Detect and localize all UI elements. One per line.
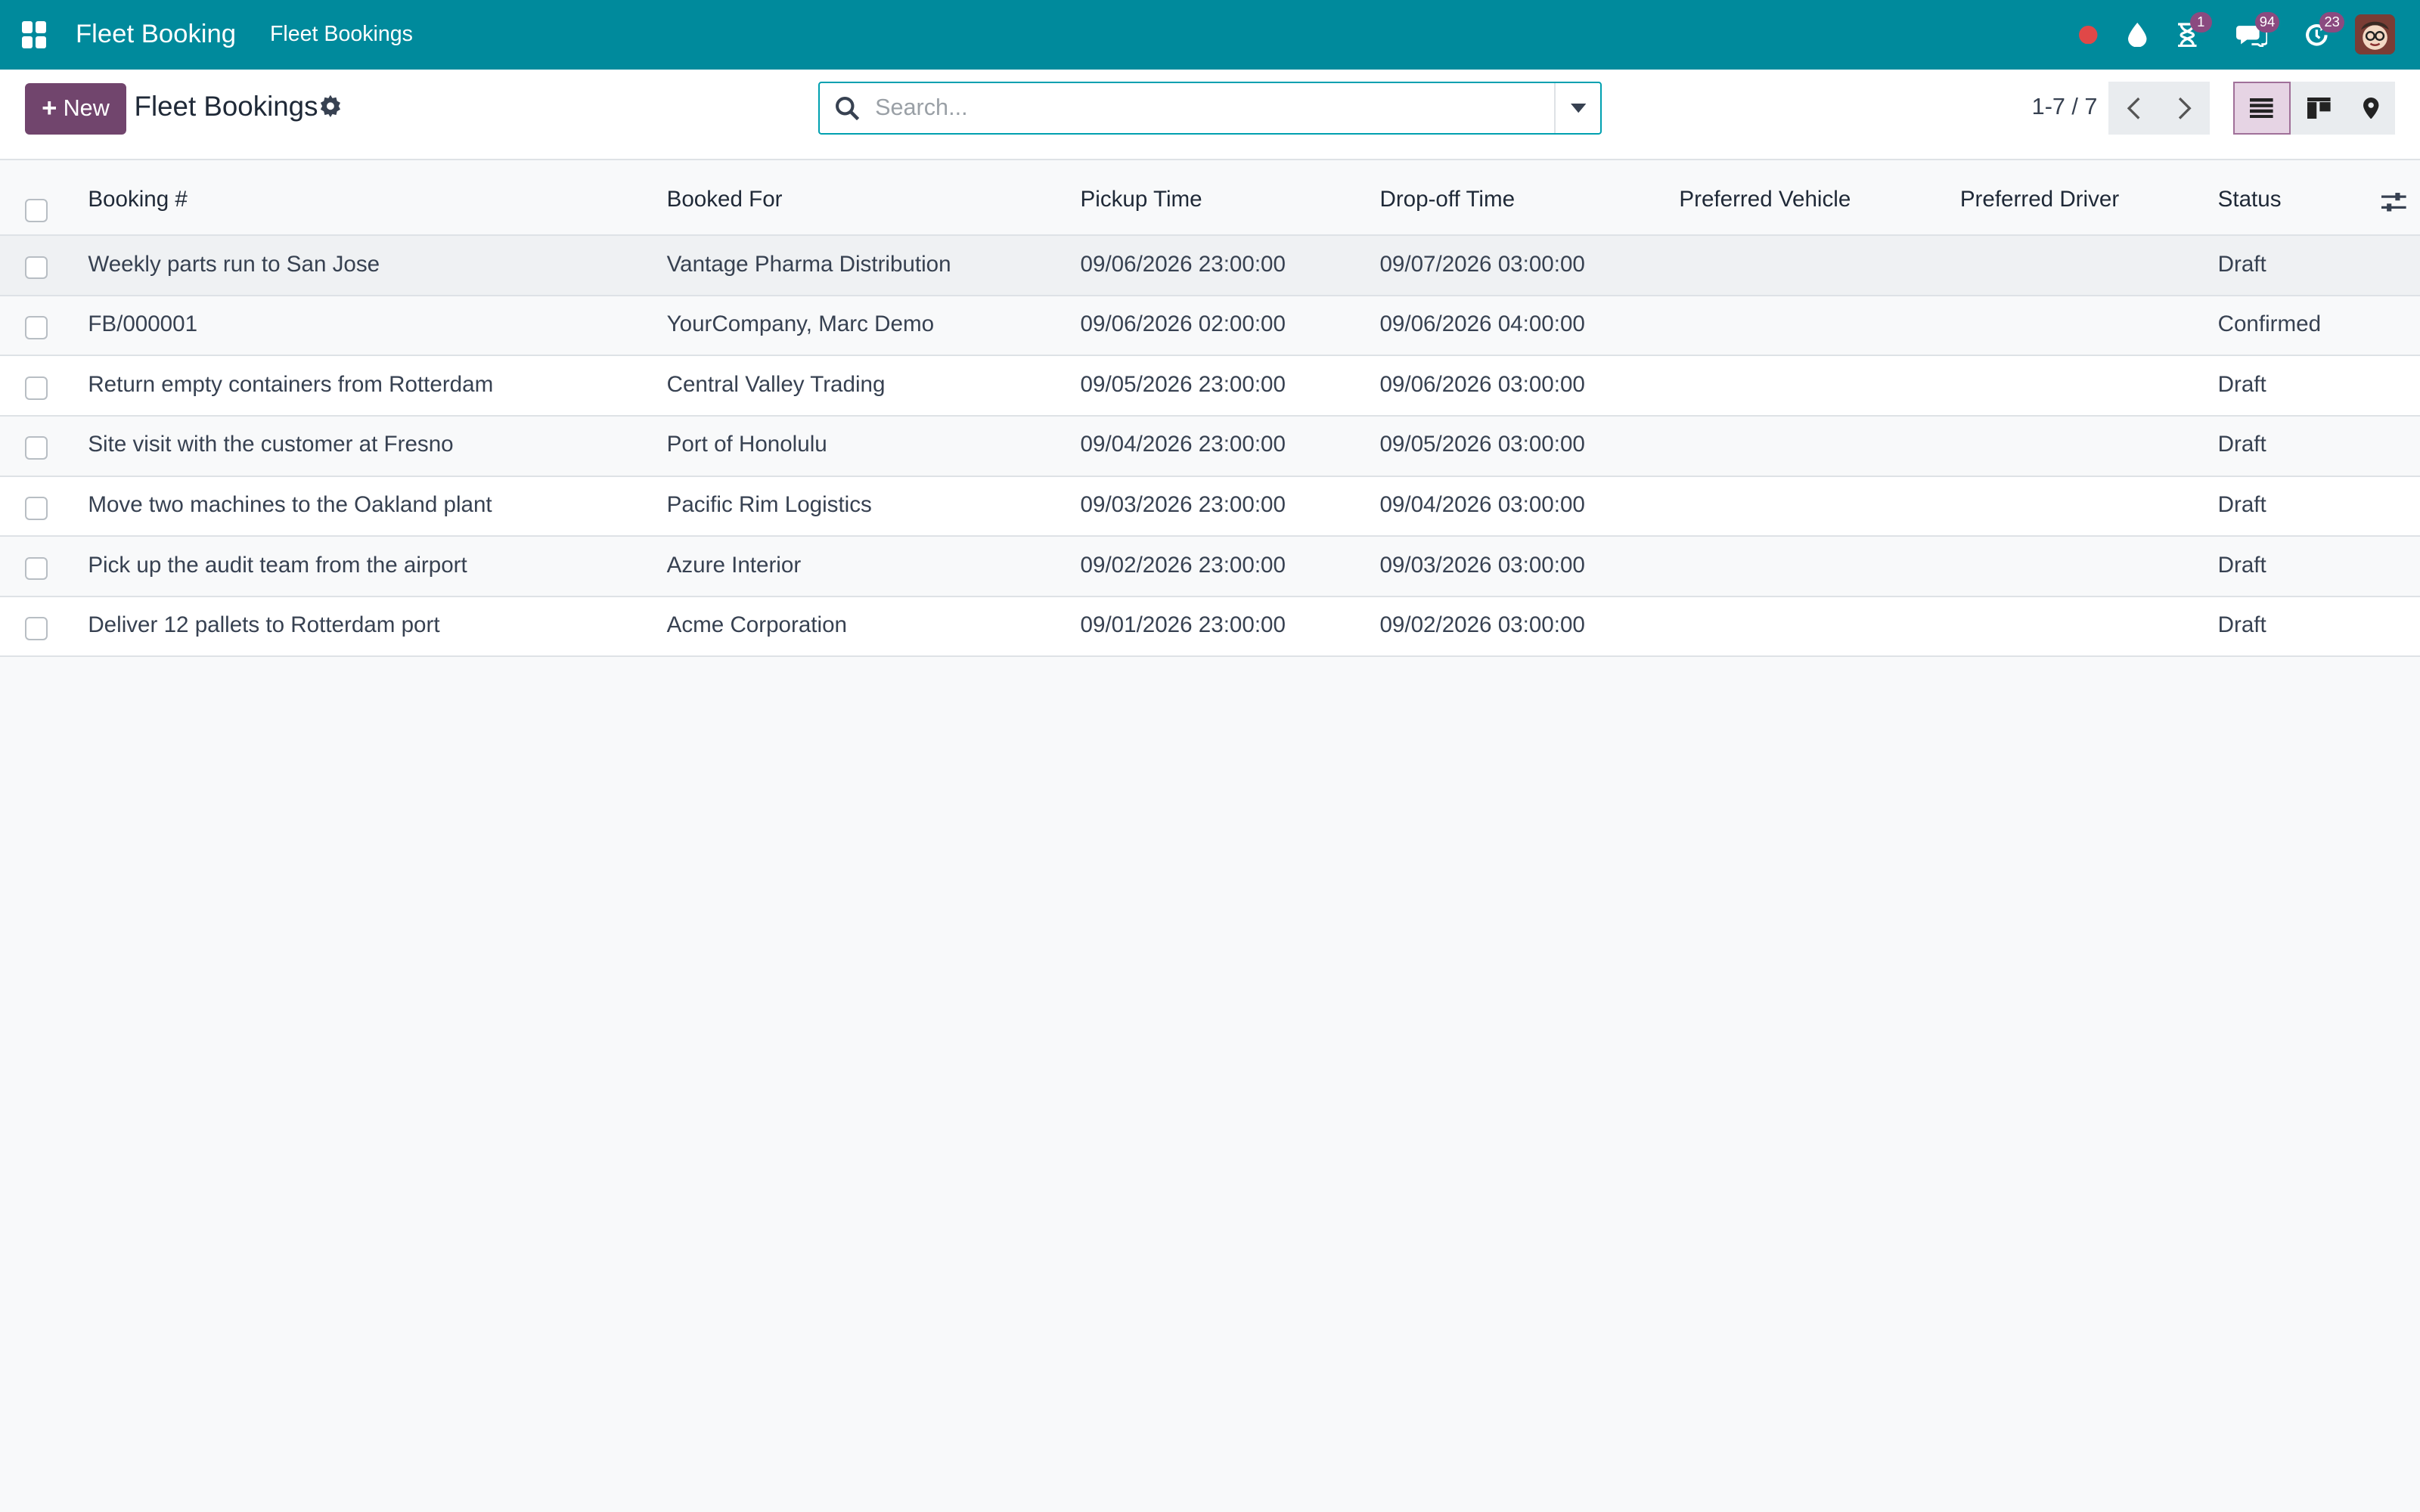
kanban-view-icon	[2307, 97, 2331, 119]
cell-dropoff-time: 09/05/2026 03:00:00	[1379, 432, 1585, 457]
cell-pickup-time: 09/05/2026 23:00:00	[1080, 371, 1286, 397]
search-input[interactable]	[875, 94, 1555, 122]
cell-dropoff-time: 09/03/2026 03:00:00	[1379, 552, 1585, 578]
cell-pickup-time: 09/02/2026 23:00:00	[1080, 552, 1286, 578]
messages-count-badge: 94	[2254, 12, 2280, 33]
cell-pickup-time: 09/01/2026 23:00:00	[1080, 612, 1286, 638]
chevron-right-icon	[2178, 97, 2192, 119]
column-header-dropoff-time[interactable]: Drop-off Time	[1379, 187, 1515, 212]
top-navbar: Fleet Booking Fleet Bookings 1 94 23	[0, 0, 2420, 70]
updates-button[interactable]: 23	[2294, 0, 2344, 70]
cell-booking: Move two machines to the Oakland plant	[88, 491, 492, 517]
column-header-preferred-vehicle[interactable]: Preferred Vehicle	[1679, 187, 1851, 212]
cell-booking: Return empty containers from Rotterdam	[88, 371, 494, 397]
column-header-preferred-driver[interactable]: Preferred Driver	[1960, 187, 2119, 212]
table-row[interactable]: Move two machines to the Oakland plant Pa…	[0, 476, 2420, 538]
cell-booked-for: Central Valley Trading	[666, 371, 886, 397]
cell-dropoff-time: 09/02/2026 03:00:00	[1379, 612, 1585, 638]
select-all-checkbox[interactable]	[24, 199, 48, 222]
pager-next-button[interactable]	[2159, 82, 2211, 135]
cell-booking: Weekly parts run to San Jose	[88, 251, 380, 277]
cell-status: Confirmed	[2217, 311, 2322, 337]
column-header-booking[interactable]: Booking #	[88, 187, 188, 212]
map-view-button[interactable]	[2347, 82, 2396, 135]
column-header-status[interactable]: Status	[2218, 187, 2282, 212]
list-view-button[interactable]	[2233, 82, 2291, 135]
cell-dropoff-time: 09/06/2026 03:00:00	[1379, 371, 1585, 397]
menu-fleet-bookings[interactable]: Fleet Bookings	[270, 22, 413, 47]
cell-booking: Pick up the audit team from the airport	[88, 552, 467, 578]
new-button-label: New	[63, 95, 110, 122]
column-header-booked-for[interactable]: Booked For	[667, 187, 783, 212]
cell-pickup-time: 09/06/2026 02:00:00	[1080, 311, 1286, 337]
activity-count-badge: 1	[2189, 12, 2212, 33]
cell-pickup-time: 09/03/2026 23:00:00	[1080, 491, 1286, 517]
cell-dropoff-time: 09/07/2026 03:00:00	[1379, 251, 1585, 277]
page-title: Fleet Bookings	[134, 91, 318, 122]
cell-dropoff-time: 09/04/2026 03:00:00	[1379, 491, 1585, 517]
cell-booked-for: Pacific Rim Logistics	[666, 491, 872, 517]
table-row[interactable]: FB/000001 YourCompany, Marc Demo 09/06/202…	[0, 296, 2420, 357]
row-checkbox[interactable]	[24, 497, 48, 520]
cell-pickup-time: 09/06/2026 23:00:00	[1080, 251, 1286, 277]
cell-status: Draft	[2217, 552, 2266, 578]
table-row[interactable]: Weekly parts run to San Jose Vantage Phar…	[0, 236, 2420, 296]
caret-down-icon	[1570, 103, 1586, 113]
row-checkbox[interactable]	[24, 376, 48, 400]
table-row[interactable]: Site visit with the customer at Fresno Po…	[0, 416, 2420, 477]
new-button[interactable]: + New	[24, 83, 127, 135]
cell-booking: Site visit with the customer at Fresno	[88, 432, 454, 457]
cell-booked-for: Vantage Pharma Distribution	[666, 251, 951, 277]
search-icon	[820, 96, 875, 121]
record-dot-icon[interactable]	[2065, 0, 2111, 70]
cell-status: Draft	[2217, 491, 2266, 517]
row-checkbox[interactable]	[24, 556, 48, 581]
column-header-pickup-time[interactable]: Pickup Time	[1081, 187, 1202, 212]
cell-booked-for: Acme Corporation	[666, 612, 847, 638]
pager-value[interactable]: 1-7 / 7	[2032, 94, 2098, 120]
updates-count-badge: 23	[2319, 12, 2344, 33]
cell-status: Draft	[2217, 432, 2266, 457]
apps-grid-icon[interactable]	[21, 20, 50, 49]
kanban-view-button[interactable]	[2290, 82, 2348, 135]
systray: 1 94 23	[2062, 0, 2396, 70]
table-row[interactable]: Pick up the audit team from the airport A…	[0, 537, 2420, 597]
table-row[interactable]: Return empty containers from Rotterdam Ce…	[0, 356, 2420, 417]
row-checkbox[interactable]	[24, 316, 48, 339]
user-avatar[interactable]	[2355, 14, 2396, 55]
plus-icon: +	[42, 94, 57, 123]
pager-previous-button[interactable]	[2108, 82, 2160, 135]
cell-booking: Deliver 12 pallets to Rotterdam port	[88, 612, 440, 638]
search-bar	[818, 82, 1602, 135]
bookings-table: Booking # Booked For Pickup Time Drop-of…	[0, 160, 2420, 658]
droplet-icon[interactable]	[2114, 0, 2161, 70]
cell-status: Draft	[2217, 251, 2266, 277]
cell-booked-for: YourCompany, Marc Demo	[666, 311, 935, 337]
cell-pickup-time: 09/04/2026 23:00:00	[1080, 432, 1286, 457]
map-pin-icon	[2363, 97, 2379, 119]
cell-status: Draft	[2217, 612, 2266, 638]
cell-booked-for: Port of Honolulu	[666, 432, 827, 457]
gear-icon[interactable]	[318, 94, 343, 119]
cell-dropoff-time: 09/06/2026 04:00:00	[1379, 311, 1585, 337]
cell-booking: FB/000001	[88, 311, 198, 337]
app-brand[interactable]: Fleet Booking	[76, 20, 236, 49]
row-checkbox[interactable]	[24, 617, 48, 640]
activity-button[interactable]: 1	[2164, 0, 2212, 70]
row-checkbox[interactable]	[24, 436, 48, 460]
row-checkbox[interactable]	[24, 256, 48, 280]
cell-status: Draft	[2217, 371, 2266, 397]
cell-booked-for: Azure Interior	[666, 552, 802, 578]
table-header: Booking # Booked For Pickup Time Drop-of…	[0, 160, 2420, 237]
list-view-icon	[2250, 98, 2274, 119]
table-row[interactable]: Deliver 12 pallets to Rotterdam port Acme…	[0, 596, 2420, 658]
sliders-icon[interactable]	[2381, 191, 2406, 213]
messages-button[interactable]: 94	[2229, 0, 2280, 70]
search-options-toggle[interactable]	[1554, 83, 1600, 133]
chevron-left-icon	[2127, 97, 2140, 119]
